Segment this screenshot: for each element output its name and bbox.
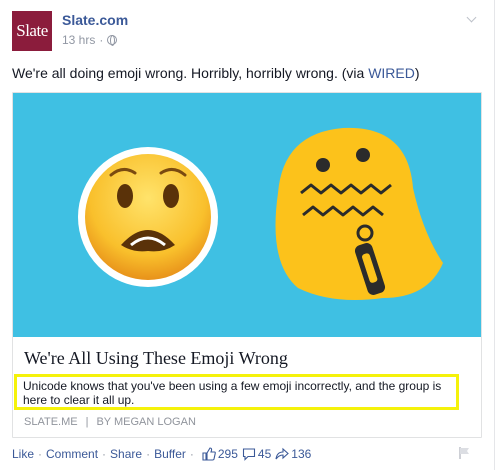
like-count-value: 295 — [217, 447, 238, 461]
share-count-value: 136 — [291, 447, 312, 461]
flag-icon[interactable] — [458, 446, 472, 460]
attachment-image[interactable] — [13, 93, 481, 337]
share-count[interactable]: 136 — [275, 447, 311, 461]
page-name-link[interactable]: Slate.com — [62, 12, 128, 28]
globe-icon[interactable] — [107, 35, 118, 46]
wired-link[interactable]: WIRED — [368, 65, 415, 81]
post-text-end: ) — [414, 65, 420, 81]
share-link[interactable]: Share — [110, 447, 142, 461]
post-meta: 13 hrs · — [62, 33, 118, 47]
byline: BY MEGAN LOGAN — [96, 416, 196, 428]
emoji-illustration — [78, 127, 443, 301]
chevron-down-icon[interactable] — [466, 14, 478, 26]
source-domain: SLATE.ME — [24, 416, 78, 428]
comment-count-value: 45 — [257, 447, 272, 461]
timestamp[interactable]: 13 hrs — [62, 33, 95, 47]
comment-link[interactable]: Comment — [46, 447, 98, 461]
comment-count[interactable]: 45 — [242, 447, 271, 461]
share-icon — [275, 447, 290, 460]
thumbs-up-icon — [202, 447, 216, 461]
zipper-blob-emoji — [275, 127, 443, 301]
facebook-post: Slate Slate.com 13 hrs · We're all doing… — [0, 0, 495, 470]
like-link[interactable]: Like — [12, 447, 34, 461]
buffer-link[interactable]: Buffer — [154, 447, 186, 461]
post-text-body: We're all doing emoji wrong. Horribly, h… — [12, 65, 369, 81]
link-attachment[interactable]: We're All Using These Emoji Wrong Unicod… — [12, 92, 482, 438]
comment-icon — [242, 448, 255, 461]
anguished-face-emoji — [78, 147, 218, 287]
attachment-description: Unicode knows that you've been using a f… — [14, 374, 459, 410]
attachment-title[interactable]: We're All Using These Emoji Wrong — [24, 348, 288, 369]
attachment-source: SLATE.ME | BY MEGAN LOGAN — [24, 416, 196, 428]
post-text: We're all doing emoji wrong. Horribly, h… — [12, 65, 420, 81]
action-bar: Like · Comment · Share · Buffer · 295 45… — [12, 447, 312, 461]
page-avatar[interactable]: Slate — [12, 11, 52, 51]
like-count[interactable]: 295 — [202, 447, 238, 461]
